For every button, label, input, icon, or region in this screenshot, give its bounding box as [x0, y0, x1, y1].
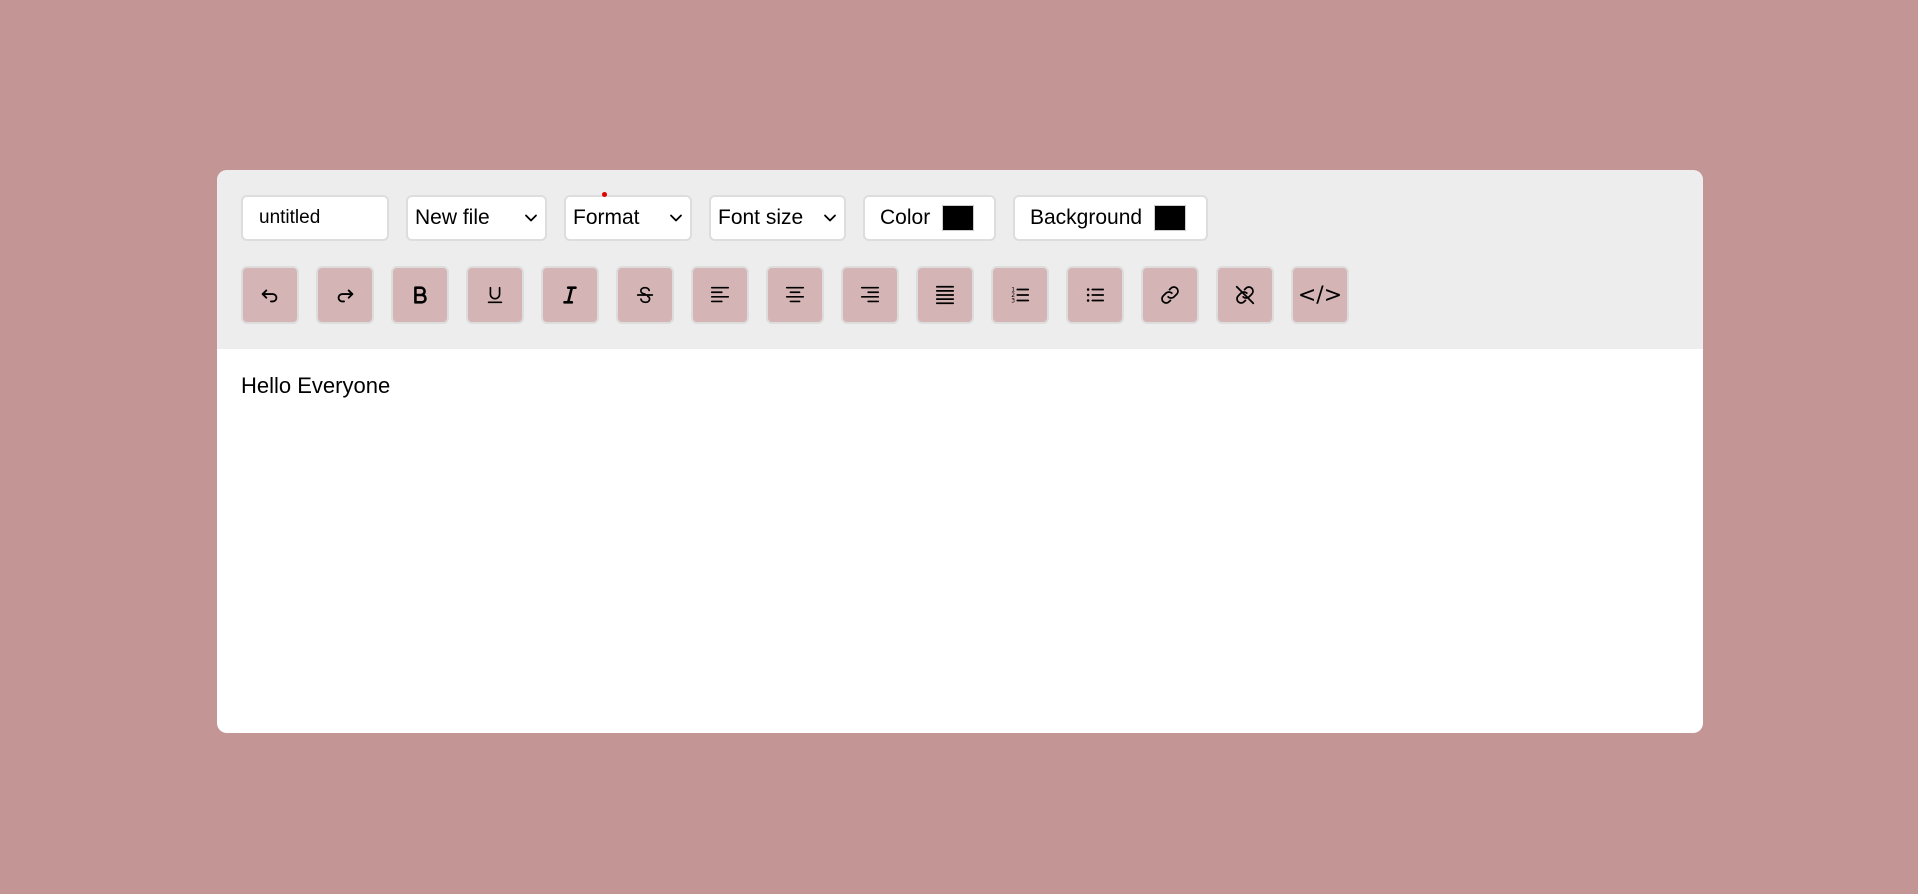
ordered-list-button[interactable]: 123 [991, 266, 1049, 324]
redo-button[interactable] [316, 266, 374, 324]
background-color-label: Background [1030, 206, 1143, 229]
chevron-down-icon [670, 214, 682, 222]
undo-button[interactable] [241, 266, 299, 324]
redo-icon [337, 289, 354, 303]
link-button[interactable] [1141, 266, 1199, 324]
text-color-label: Color [880, 206, 931, 229]
unlink-icon [1235, 285, 1255, 305]
new-file-select[interactable]: New file [406, 195, 547, 241]
align-justify-icon [935, 285, 955, 305]
align-right-button[interactable] [841, 266, 899, 324]
unordered-list-icon [1086, 288, 1105, 302]
background-color-swatch[interactable] [1154, 205, 1187, 231]
bold-button[interactable] [391, 266, 449, 324]
svg-text:3: 3 [1011, 297, 1015, 304]
link-icon [1161, 286, 1179, 304]
font-size-select-label: Font size [718, 206, 804, 229]
red-dot-marker [602, 192, 607, 197]
text-editor: New file Format Font size Color Backgrou… [217, 170, 1703, 733]
align-left-icon [710, 286, 730, 303]
toolbar-buttons-row: 123 </> [241, 266, 1366, 324]
unordered-list-button[interactable] [1066, 266, 1124, 324]
italic-button[interactable] [541, 266, 599, 324]
content-text: Hello Everyone [241, 373, 391, 398]
code-button[interactable]: </> [1291, 266, 1349, 324]
align-left-button[interactable] [691, 266, 749, 324]
text-color-swatch[interactable] [942, 205, 975, 231]
format-select[interactable]: Format [564, 192, 692, 241]
unlink-button[interactable] [1216, 266, 1274, 324]
text-color-picker[interactable]: Color [863, 195, 996, 241]
toolbar-options-row: New file Format Font size Color Backgrou… [241, 192, 1225, 241]
editor-content[interactable]: Hello Everyone [241, 373, 390, 399]
code-icon: </> [1297, 282, 1343, 308]
underline-button[interactable] [466, 266, 524, 324]
align-justify-button[interactable] [916, 266, 974, 324]
strikethrough-icon [636, 286, 654, 304]
italic-icon [563, 286, 577, 304]
align-right-icon [860, 286, 880, 303]
strikethrough-button[interactable] [616, 266, 674, 324]
new-file-select-label: New file [415, 206, 490, 229]
undo-icon [261, 289, 278, 303]
underline-icon [487, 286, 503, 304]
toolbar: New file Format Font size Color Backgrou… [217, 170, 1703, 349]
background-color-picker[interactable]: Background [1013, 195, 1208, 241]
filename-input[interactable] [241, 195, 389, 241]
ordered-list-icon: 123 [1011, 286, 1030, 304]
bold-icon [414, 286, 427, 304]
align-center-icon [785, 286, 805, 303]
chevron-down-icon [824, 214, 836, 222]
align-center-button[interactable] [766, 266, 824, 324]
chevron-down-icon [525, 214, 537, 222]
font-size-select[interactable]: Font size [709, 195, 846, 241]
format-select-label: Format [573, 206, 640, 229]
